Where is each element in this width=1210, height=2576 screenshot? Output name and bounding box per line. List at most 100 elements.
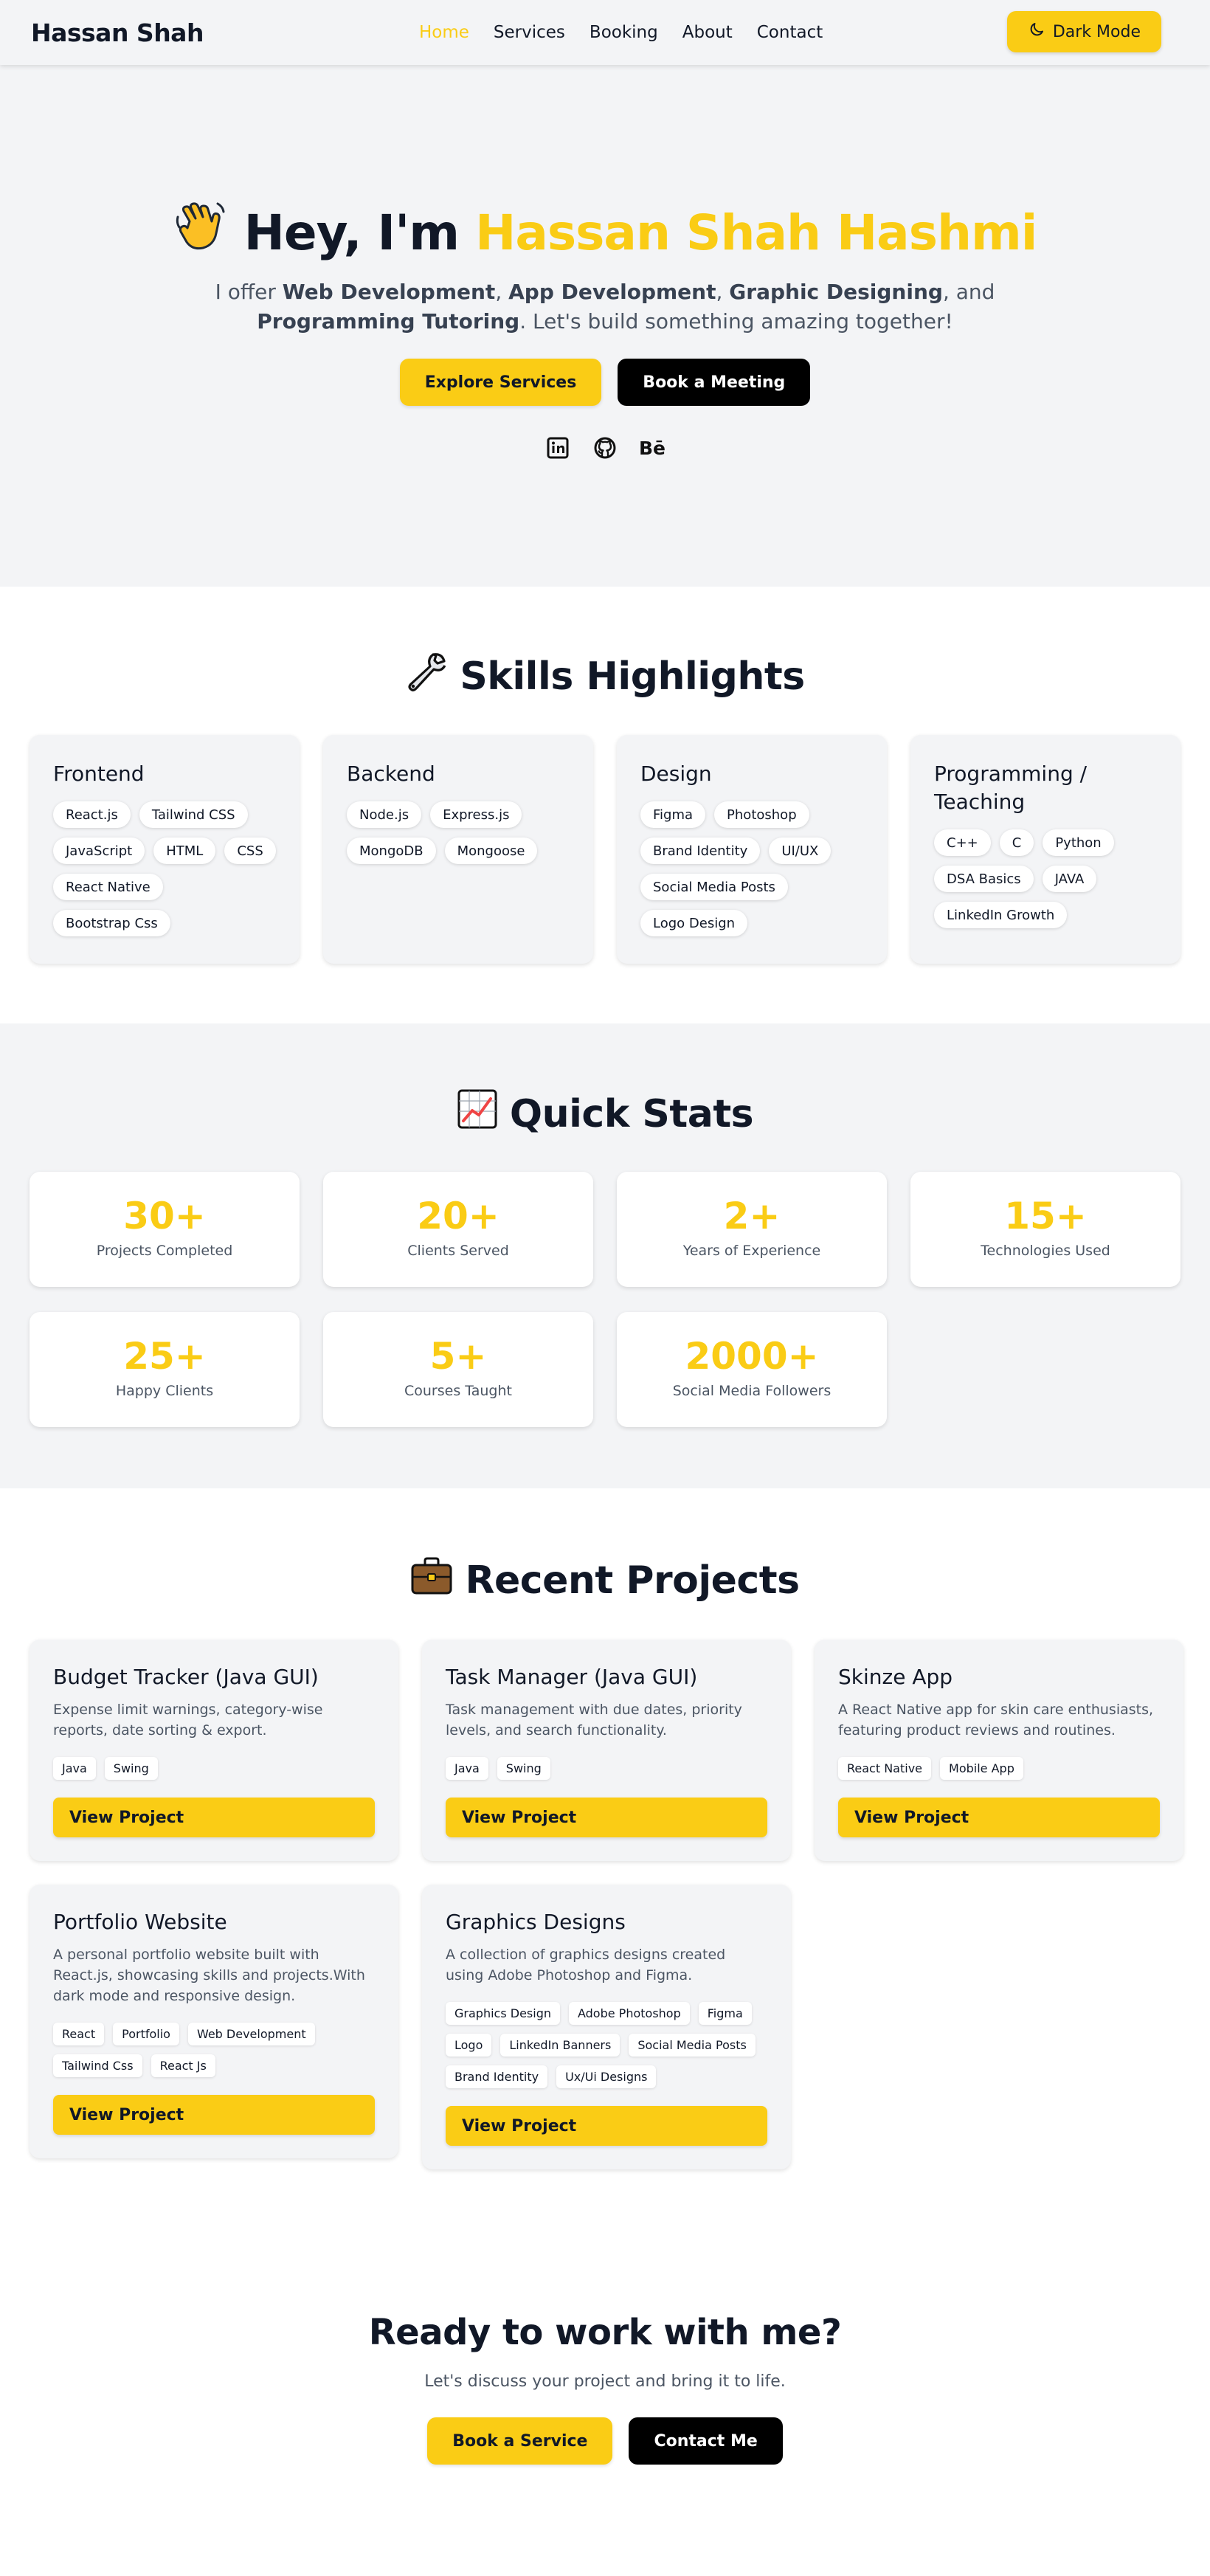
- stat-label: Years of Experience: [682, 1243, 821, 1259]
- behance-icon-text: Bē: [639, 437, 666, 459]
- project-tag: Logo: [446, 2034, 492, 2057]
- project-card: Skinze App A React Native app for skin c…: [815, 1640, 1183, 1861]
- projects-section: Recent Projects Budget Tracker (Java GUI…: [0, 1488, 1210, 2244]
- view-project-button[interactable]: View Project: [446, 1798, 767, 1837]
- hero-sub-text: . Let's build something amazing together…: [519, 309, 953, 334]
- project-description: Expense limit warnings, category-wise re…: [53, 1702, 323, 1738]
- stat-value: 25+: [123, 1335, 206, 1378]
- skill-pill: Brand Identity: [640, 838, 761, 864]
- hero-sub-text: I offer: [215, 280, 283, 304]
- behance-icon[interactable]: Bē: [639, 435, 666, 460]
- project-tags: Java Swing: [446, 1757, 767, 1780]
- projects-title-text: Recent Projects: [465, 1558, 800, 1603]
- brand-logo[interactable]: Hassan Shah: [31, 18, 204, 47]
- cta-buttons: Book a Service Contact Me: [0, 2417, 1210, 2465]
- project-tag: Portfolio: [113, 2023, 179, 2045]
- project-title: Skinze App: [838, 1665, 953, 1689]
- project-card: Graphics Designs A collection of graphic…: [422, 1885, 791, 2169]
- briefcase-icon: [410, 1555, 453, 1606]
- contact-me-button[interactable]: Contact Me: [629, 2417, 783, 2465]
- skill-pill: UI/UX: [769, 838, 832, 864]
- stat-card: 2+ Years of Experience: [617, 1172, 887, 1287]
- skill-card-title: Frontend: [53, 762, 145, 786]
- skill-pills: Figma Photoshop Brand Identity UI/UX Soc…: [640, 801, 863, 936]
- nav-link-services[interactable]: Services: [494, 23, 565, 42]
- wrench-icon: [405, 650, 448, 702]
- skill-card-title: Backend: [347, 762, 435, 786]
- project-tag: Graphics Design: [446, 2002, 560, 2025]
- hero-subtitle: I offer Web Development, App Development…: [148, 277, 1062, 336]
- skill-pill: Photoshop: [714, 801, 809, 828]
- hero-name: Hassan Shah Hashmi: [475, 204, 1037, 261]
- project-tag: Tailwind Css: [53, 2054, 142, 2077]
- hero-sub-text: , and: [942, 280, 995, 304]
- skill-pills: C++ C Python DSA Basics JAVA LinkedIn Gr…: [934, 829, 1157, 928]
- nav-link-about[interactable]: About: [682, 23, 733, 42]
- hero-sub-highlight: App Development: [508, 280, 716, 304]
- view-project-button[interactable]: View Project: [838, 1798, 1160, 1837]
- view-project-button[interactable]: View Project: [446, 2106, 767, 2146]
- skill-pill: Tailwind CSS: [139, 801, 248, 828]
- skill-pill: Python: [1043, 829, 1114, 856]
- linkedin-icon[interactable]: [545, 435, 570, 460]
- nav-link-booking[interactable]: Booking: [590, 23, 658, 42]
- project-tag: LinkedIn Banners: [500, 2034, 620, 2057]
- github-icon[interactable]: [592, 435, 618, 460]
- skill-pill: Social Media Posts: [640, 874, 788, 900]
- hero-sub-highlight: Web Development: [282, 280, 496, 304]
- projects-title: Recent Projects: [0, 1555, 1210, 1606]
- cta-subtitle: Let's discuss your project and bring it …: [424, 2372, 786, 2391]
- view-project-button[interactable]: View Project: [53, 1798, 375, 1837]
- skill-card-title: Design: [640, 762, 712, 786]
- project-tag: Adobe Photoshop: [568, 2002, 690, 2025]
- project-tag: Web Development: [187, 2023, 315, 2045]
- project-title: Budget Tracker (Java GUI): [53, 1665, 319, 1689]
- skill-pill: LinkedIn Growth: [934, 902, 1068, 928]
- stats-title: Quick Stats: [0, 1088, 1210, 1139]
- book-meeting-button[interactable]: Book a Meeting: [618, 359, 811, 406]
- project-tag: Java: [446, 1757, 488, 1780]
- project-card: Task Manager (Java GUI) Task management …: [422, 1640, 791, 1861]
- dark-mode-label: Dark Mode: [1052, 22, 1141, 41]
- project-tag: Mobile App: [940, 1757, 1023, 1780]
- stat-value: 15+: [1004, 1195, 1087, 1237]
- skill-pill: Mongoose: [444, 838, 538, 864]
- nav-link-contact[interactable]: Contact: [757, 23, 823, 42]
- nav-links: Home Services Booking About Contact: [419, 0, 823, 65]
- stat-label: Technologies Used: [981, 1243, 1110, 1259]
- hero-section: Hey, I'm Hassan Shah Hashmi I offer Web …: [0, 65, 1210, 587]
- stat-card: 5+ Courses Taught: [323, 1312, 593, 1427]
- skill-pill: Bootstrap Css: [53, 910, 170, 936]
- dark-mode-toggle[interactable]: Dark Mode: [1006, 11, 1161, 52]
- hero-sub-text: ,: [716, 280, 730, 304]
- explore-services-button[interactable]: Explore Services: [399, 359, 602, 406]
- stat-label: Clients Served: [407, 1243, 509, 1259]
- skills-title: Skills Highlights: [0, 650, 1210, 702]
- project-tags: React Native Mobile App: [838, 1757, 1160, 1780]
- project-tag: Swing: [104, 1757, 158, 1780]
- hero-sub-text: ,: [495, 280, 509, 304]
- project-tags: Graphics Design Adobe Photoshop Figma Lo…: [446, 2002, 767, 2088]
- project-tags: React Portfolio Web Development Tailwind…: [53, 2023, 375, 2077]
- stat-value: 2000+: [685, 1335, 819, 1378]
- skill-card-frontend: Frontend React.js Tailwind CSS JavaScrip…: [30, 735, 300, 964]
- social-links: Bē: [0, 435, 1210, 460]
- skills-grid: Frontend React.js Tailwind CSS JavaScrip…: [30, 735, 1210, 964]
- skill-pill: Logo Design: [640, 910, 748, 936]
- project-description: Task management with due dates, priority…: [446, 1702, 742, 1738]
- project-tag: React Native: [838, 1757, 932, 1780]
- project-tag: Brand Identity: [446, 2065, 548, 2088]
- chart-increasing-icon: [457, 1088, 498, 1139]
- stat-card: 20+ Clients Served: [323, 1172, 593, 1287]
- skill-pill: DSA Basics: [934, 866, 1034, 892]
- nav-link-home[interactable]: Home: [419, 23, 469, 42]
- cta-title: Ready to work with me?: [368, 2312, 842, 2353]
- project-tag: Ux/Ui Designs: [556, 2065, 657, 2088]
- project-title: Graphics Designs: [446, 1910, 626, 1934]
- skill-pill: React Native: [53, 874, 163, 900]
- skill-pill: React.js: [53, 801, 131, 828]
- skill-pill: HTML: [153, 838, 216, 864]
- book-service-button[interactable]: Book a Service: [427, 2417, 613, 2465]
- skill-pill: C++: [934, 829, 991, 856]
- view-project-button[interactable]: View Project: [53, 2095, 375, 2135]
